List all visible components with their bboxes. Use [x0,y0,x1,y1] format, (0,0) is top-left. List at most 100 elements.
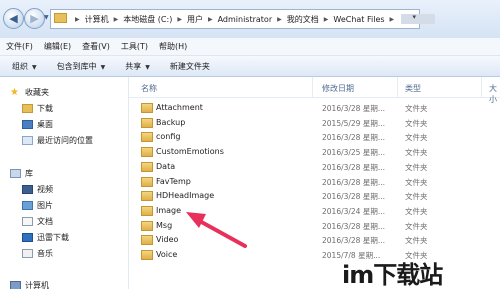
back-button[interactable]: ◀ [3,8,24,29]
folder-icon [141,206,153,216]
nav-documents[interactable]: 文档 [22,214,53,228]
column-name[interactable]: 名称 [141,83,157,94]
list-item[interactable]: Voice 2015/7/8 星期... 文件夹 [129,248,500,262]
command-bar: 组织 ▼ 包含到库中 ▼ 共享 ▼ 新建文件夹 [0,56,500,77]
file-type: 文件夹 [405,133,428,142]
list-item[interactable]: Video 2016/3/28 星期... 文件夹 [129,233,500,247]
file-name: Voice [156,250,178,259]
file-type: 文件夹 [405,104,428,113]
column-date[interactable]: 修改日期 [322,83,354,94]
list-item[interactable]: CustomEmotions 2016/3/25 星期... 文件夹 [129,145,500,159]
menu-view[interactable]: 查看(V) [82,41,110,52]
recent-places-icon [22,135,33,145]
address-dropdown-icon[interactable]: ▾ [412,13,416,21]
crumb-administrator[interactable]: Administrator [218,15,273,24]
file-date: 2016/3/28 星期... [322,192,385,201]
nav-pictures-label: 图片 [37,200,53,210]
include-in-library-button[interactable]: 包含到库中 ▼ [57,61,106,72]
column-type[interactable]: 类型 [405,83,421,94]
file-type: 文件夹 [405,222,428,231]
file-name: Attachment [156,103,203,112]
crumb-my-documents[interactable]: 我的文档 [287,14,319,25]
chevron-right-icon[interactable]: ▶ [75,16,80,23]
nav-recent-label: 最近访问的位置 [37,135,93,145]
share-button[interactable]: 共享 ▼ [125,61,150,72]
nav-recent-places[interactable]: 最近访问的位置 [22,133,93,147]
chevron-down-icon: ▼ [145,63,150,71]
list-item[interactable]: Attachment 2016/3/28 星期... 文件夹 [129,101,500,115]
nav-xunlei-downloads[interactable]: 迅雷下载 [22,230,69,244]
crumb-wechat-files[interactable]: WeChat Files [333,15,384,24]
chevron-right-icon[interactable]: ▶ [277,16,282,23]
crumb-local-disk[interactable]: 本地磁盘 (C:) [123,14,172,25]
folder-icon [141,147,153,157]
column-divider[interactable] [481,77,482,97]
organize-label: 组织 [12,61,28,71]
menu-file[interactable]: 文件(F) [6,41,33,52]
nav-desktop[interactable]: 桌面 [22,117,53,131]
list-item[interactable]: config 2016/3/28 星期... 文件夹 [129,130,500,144]
menu-help[interactable]: 帮助(H) [159,41,187,52]
nav-music[interactable]: 音乐 [22,246,53,260]
nav-favorites[interactable]: ★ 收藏夹 [10,85,49,99]
column-divider[interactable] [312,77,313,97]
list-item[interactable]: Msg 2016/3/28 星期... 文件夹 [129,219,500,233]
crumb-users[interactable]: 用户 [187,14,203,25]
nav-computer-label: 计算机 [25,280,49,290]
file-date: 2016/3/25 星期... [322,148,385,157]
column-divider[interactable] [397,77,398,97]
folder-icon [141,191,153,201]
address-bar: ◀ ▶ ▼ ▶ 计算机 ▶ 本地磁盘 (C:) ▶ 用户 ▶ Administr… [0,0,500,38]
organize-button[interactable]: 组织 ▼ [12,61,37,72]
nav-videos-label: 视频 [37,184,53,194]
file-type: 文件夹 [405,148,428,157]
menu-tools[interactable]: 工具(T) [121,41,148,52]
file-date: 2016/3/24 星期... [322,207,385,216]
breadcrumb[interactable]: ▶ 计算机 ▶ 本地磁盘 (C:) ▶ 用户 ▶ Administrator ▶… [50,9,436,29]
chevron-down-icon: ▼ [32,63,37,71]
file-name: Msg [156,221,173,230]
nav-xunlei-label: 迅雷下载 [37,232,69,242]
nav-pictures[interactable]: 图片 [22,198,53,212]
chevron-right-icon[interactable]: ▶ [208,16,213,23]
nav-desktop-label: 桌面 [37,119,53,129]
menu-edit[interactable]: 编辑(E) [44,41,71,52]
list-item[interactable]: Image 2016/3/24 星期... 文件夹 [129,204,500,218]
chevron-right-icon[interactable]: ▶ [114,16,119,23]
nav-downloads-label: 下载 [37,103,53,113]
file-date: 2016/3/28 星期... [322,133,385,142]
folder-icon [141,132,153,142]
recent-pages-dropdown-icon[interactable]: ▼ [44,14,49,21]
pictures-icon [22,200,33,210]
file-date: 2016/3/28 星期... [322,236,385,245]
nav-libraries[interactable]: 库 [10,166,33,180]
file-name: Image [156,206,182,215]
file-type: 文件夹 [405,192,428,201]
star-icon: ★ [10,86,19,98]
nav-computer[interactable]: 计算机 [10,278,49,289]
crumb-computer[interactable]: 计算机 [85,14,109,25]
nav-videos[interactable]: 视频 [22,182,53,196]
music-icon [22,248,33,258]
xunlei-download-icon [22,232,33,242]
include-label: 包含到库中 [56,61,97,71]
list-item[interactable]: Data 2016/3/28 星期... 文件夹 [129,160,500,174]
file-name: HDHeadImage [156,191,215,200]
computer-icon [10,280,21,289]
forward-button[interactable]: ▶ [24,8,45,29]
redacted-crumb [401,14,436,24]
chevron-right-icon[interactable]: ▶ [324,16,329,23]
folder-icon [141,177,153,187]
desktop-icon [22,119,33,129]
file-type: 文件夹 [405,178,428,187]
list-item[interactable]: HDHeadImage 2016/3/28 星期... 文件夹 [129,189,500,203]
chevron-right-icon[interactable]: ▶ [390,16,395,23]
chevron-right-icon[interactable]: ▶ [177,16,182,23]
list-item[interactable]: FavTemp 2016/3/28 星期... 文件夹 [129,175,500,189]
nav-downloads[interactable]: 下载 [22,101,53,115]
nav-music-label: 音乐 [37,248,53,258]
new-folder-button[interactable]: 新建文件夹 [170,61,210,72]
list-item[interactable]: Backup 2015/5/29 星期... 文件夹 [129,116,500,130]
folder-icon [141,162,153,172]
nav-libraries-label: 库 [25,168,33,178]
